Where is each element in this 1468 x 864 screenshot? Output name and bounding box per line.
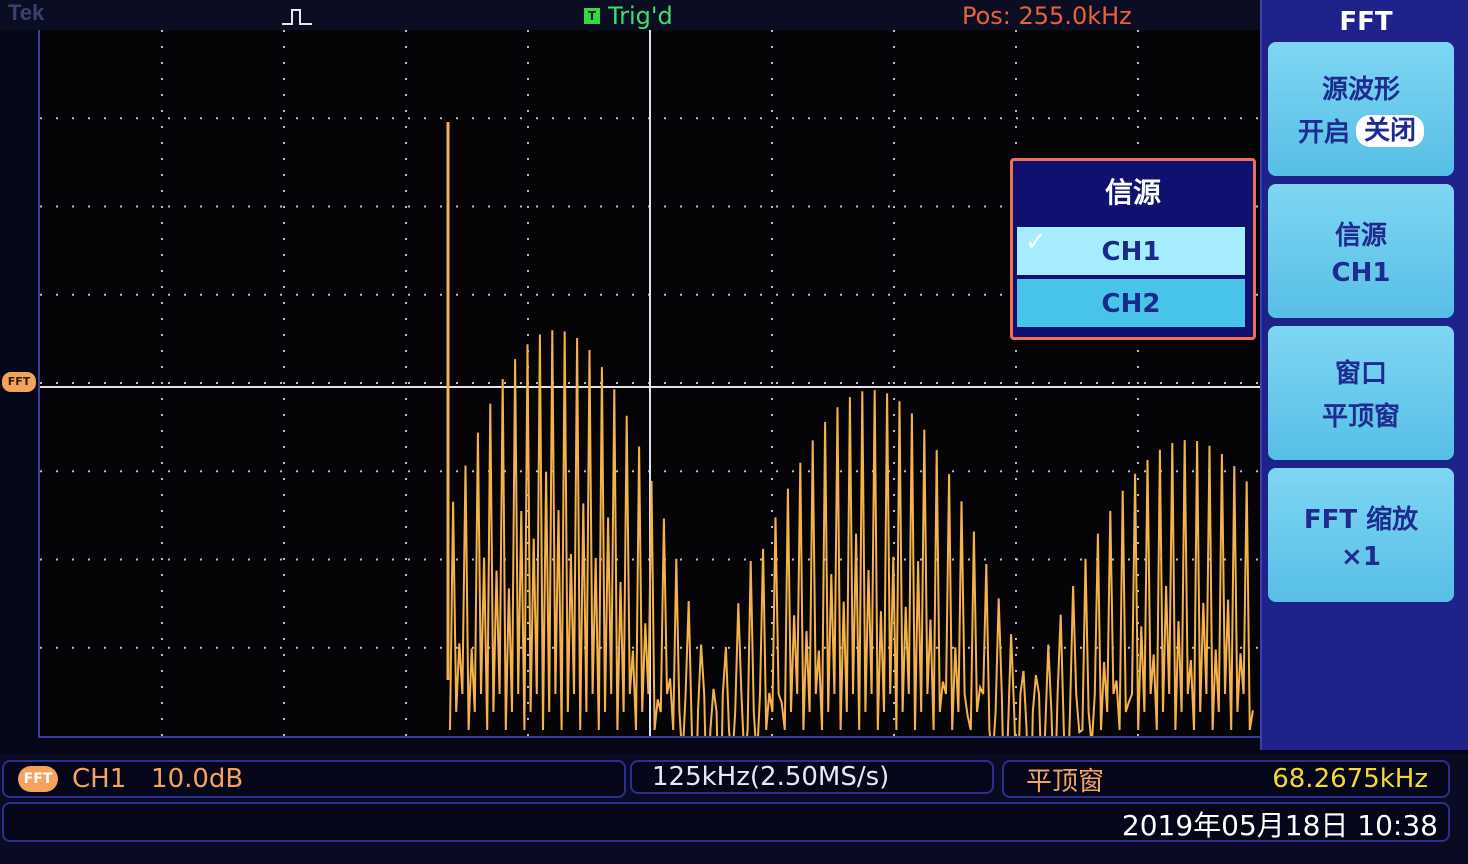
- waveform-display: [38, 30, 1260, 738]
- top-bar: Tek T Trig'd Pos: 255.0kHz: [0, 0, 1468, 30]
- source-value: CH1: [1331, 257, 1391, 288]
- window-label: 窗口: [1334, 359, 1387, 389]
- fft-zoom-value: ×1: [1341, 541, 1381, 572]
- span-sample-rate-readout[interactable]: 125kHz(2.50MS/s): [630, 760, 994, 794]
- fft-zoom-button[interactable]: FFT 缩放 ×1: [1268, 468, 1454, 602]
- popup-option-ch2[interactable]: CH2: [1017, 279, 1245, 327]
- date-time: 2019年05月18日 10:38: [1121, 809, 1438, 842]
- channel-readout[interactable]: FFT CH1 10.0dB: [2, 760, 626, 798]
- popup-option-label: CH1: [1101, 237, 1161, 267]
- fft-graticule: [40, 30, 1260, 736]
- popup-option-label: CH2: [1101, 289, 1161, 319]
- trigger-edge-icon: [282, 9, 312, 25]
- popup-option-ch1[interactable]: ✓ CH1: [1017, 227, 1245, 275]
- trigger-badge: T: [584, 8, 600, 24]
- source-label: 信源: [1334, 220, 1387, 251]
- center-frequency: 68.2675kHz: [1272, 764, 1428, 794]
- check-icon: ✓: [1025, 227, 1047, 257]
- horizontal-position-readout: Pos: 255.0kHz: [962, 2, 1132, 30]
- state-on-label: 开启: [1297, 118, 1350, 148]
- source-waveform-button[interactable]: 源波形 开启 关闭: [1268, 42, 1454, 176]
- fft-trace: [449, 330, 1254, 736]
- trigger-status: T Trig'd: [584, 2, 673, 30]
- state-off-pill: 关闭: [1356, 114, 1425, 147]
- source-button[interactable]: 信源 CH1: [1268, 184, 1454, 318]
- date-time-bar: 2019年05月18日 10:38: [2, 802, 1450, 842]
- span-sample-rate: 125kHz(2.50MS/s): [652, 762, 890, 792]
- fft-channel-icon: FFT: [18, 766, 58, 792]
- source-waveform-label: 源波形: [1321, 75, 1400, 105]
- fft-side-menu: FFT 源波形 开启 关闭 信源 CH1 窗口 平顶窗 FFT 缩放 ×1: [1260, 0, 1468, 750]
- fft-reference-marker[interactable]: FFT: [2, 372, 36, 392]
- window-button[interactable]: 窗口 平顶窗: [1268, 326, 1454, 460]
- channel-scale: CH1 10.0dB: [72, 764, 244, 794]
- window-readout[interactable]: 平顶窗 68.2675kHz: [1002, 760, 1450, 798]
- source-waveform-state: 开启 关闭: [1297, 112, 1425, 149]
- window-value: 平顶窗: [1321, 402, 1400, 432]
- fft-zoom-label: FFT 缩放: [1303, 504, 1419, 535]
- menu-title: FFT: [1339, 7, 1393, 37]
- trigger-status-text: Trig'd: [608, 2, 673, 30]
- brand-logo: Tek: [8, 0, 45, 25]
- source-popup: 信源 ✓ CH1 CH2: [1010, 158, 1256, 340]
- popup-title: 信源: [1104, 176, 1161, 209]
- window-type: 平顶窗: [1026, 766, 1105, 797]
